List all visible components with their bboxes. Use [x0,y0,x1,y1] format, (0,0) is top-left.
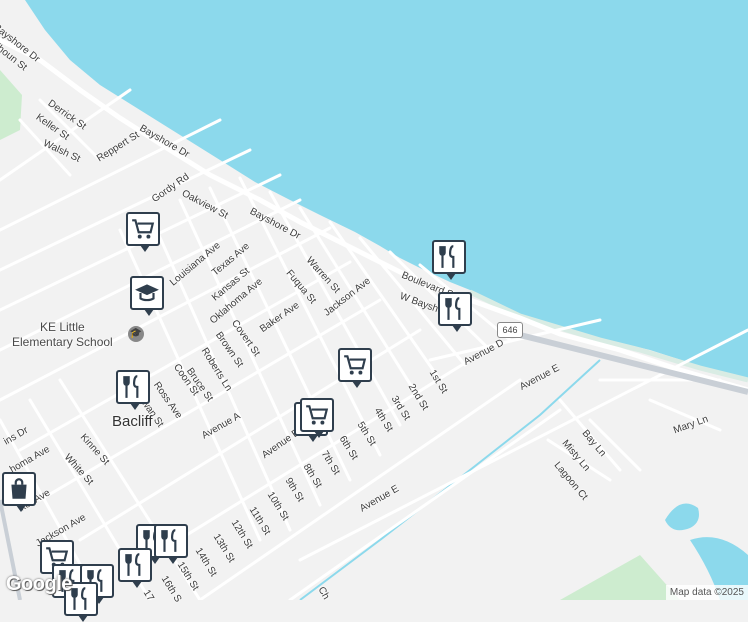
shopping-marker[interactable] [2,472,36,512]
shopping-cart-icon [344,355,367,375]
google-logo: Google [6,573,72,595]
shopping-cart-icon [306,405,329,425]
school-label: KE Little Elementary School [12,320,113,349]
route-646-shield: 646 [497,322,523,338]
fork-knife-icon [161,529,177,552]
town-label: Bacliff [112,413,153,430]
fork-knife-icon [445,297,461,320]
shopping-bag-icon [11,478,27,499]
fork-knife-icon [125,553,141,576]
restaurant-marker[interactable] [432,240,466,280]
restaurant-marker[interactable] [154,524,188,564]
restaurant-marker[interactable] [118,548,152,588]
school-marker[interactable] [130,276,164,316]
fork-knife-icon [439,245,455,268]
graduation-cap-icon [135,284,159,302]
restaurant-marker[interactable] [116,370,150,410]
map-attribution[interactable]: Map data ©2025 [665,585,748,600]
map-canvas[interactable] [0,0,748,600]
grocery-marker[interactable] [126,212,160,252]
restaurant-marker[interactable] [438,292,472,332]
grocery-marker[interactable] [300,398,334,438]
school-small-icon: 🎓 [128,326,144,342]
fork-knife-icon [123,375,139,398]
grocery-marker[interactable] [338,348,372,388]
shopping-cart-icon [132,219,155,239]
